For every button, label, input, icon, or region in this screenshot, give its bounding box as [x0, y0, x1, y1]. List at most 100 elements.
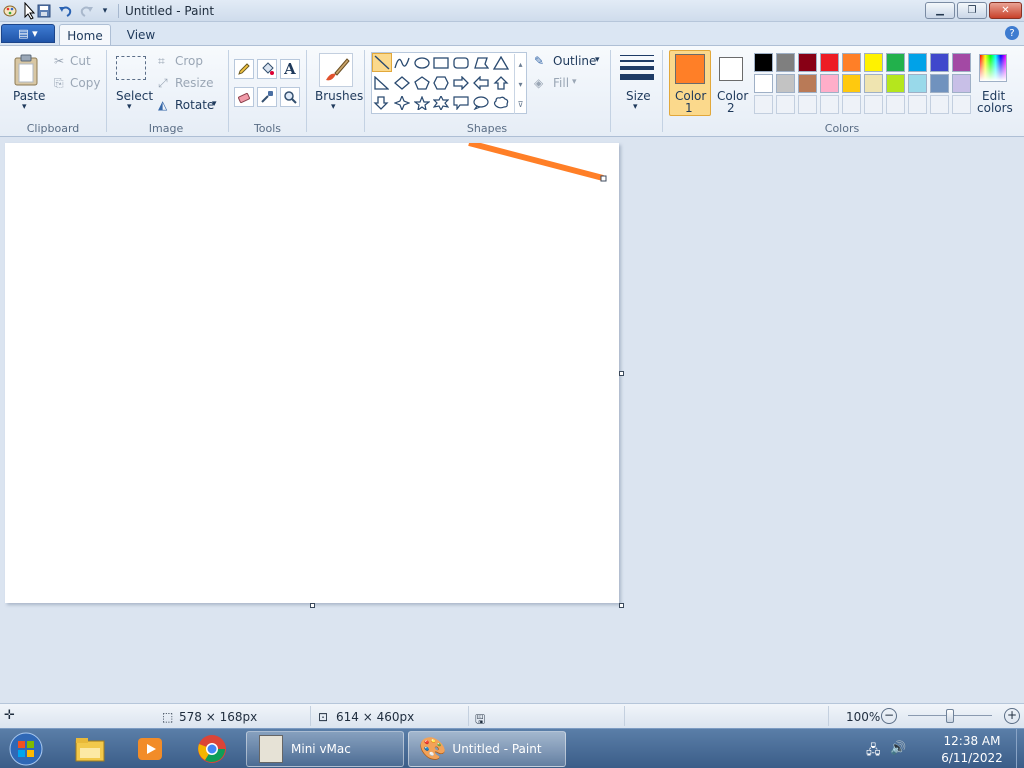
save-icon[interactable] [36, 2, 52, 20]
rotate-button[interactable]: Rotate [175, 98, 214, 112]
clock[interactable]: 12:38 AM 6/11/2022 [930, 733, 1014, 767]
canvas-resize-handle-right[interactable] [619, 371, 624, 376]
network-icon[interactable]: 🖧 [866, 741, 881, 763]
right-arrow-shape-icon[interactable] [452, 74, 470, 92]
minimize-button[interactable]: ▁ [925, 2, 955, 19]
text-tool-icon[interactable]: A [280, 59, 300, 79]
palette-swatch[interactable] [930, 53, 949, 72]
resize-button[interactable]: Resize [175, 76, 213, 90]
outline-dropdown-icon[interactable]: ▾ [595, 55, 600, 65]
media-player-icon[interactable] [130, 731, 170, 767]
palette-swatch[interactable] [908, 74, 927, 93]
palette-swatch[interactable] [754, 74, 773, 93]
paint-menu-button[interactable]: ▤ ▾ [1, 24, 55, 43]
taskbar-minivmac[interactable]: Mini vMac [246, 731, 404, 767]
palette-swatch[interactable] [798, 53, 817, 72]
palette-swatch[interactable] [776, 53, 795, 72]
size-button[interactable]: Size [626, 89, 651, 103]
zoom-in-button[interactable]: + [1004, 708, 1020, 724]
rounded-rectangle-shape-icon[interactable] [452, 54, 470, 72]
palette-swatch[interactable] [952, 74, 971, 93]
palette-swatch[interactable] [820, 53, 839, 72]
custom-color-slot[interactable] [930, 95, 949, 114]
palette-swatch[interactable] [842, 53, 861, 72]
copy-button[interactable]: Copy [70, 76, 100, 90]
canvas-resize-handle-corner[interactable] [619, 603, 624, 608]
custom-color-slot[interactable] [864, 95, 883, 114]
custom-color-slot[interactable] [820, 95, 839, 114]
oval-callout-shape-icon[interactable] [472, 94, 490, 112]
brushes-button[interactable]: Brushes [315, 89, 363, 103]
rotate-dropdown-icon[interactable]: ▾ [212, 99, 217, 109]
diamond-shape-icon[interactable] [393, 74, 411, 92]
fill-dropdown-icon[interactable]: ▾ [572, 77, 577, 87]
line-endpoint-handle[interactable] [600, 175, 607, 182]
custom-color-slot[interactable] [754, 95, 773, 114]
palette-swatch[interactable] [776, 74, 795, 93]
show-desktop-button[interactable] [1016, 729, 1024, 768]
palette-swatch[interactable] [754, 53, 773, 72]
edit-colors-icon[interactable] [979, 54, 1007, 82]
polygon-shape-icon[interactable] [472, 54, 490, 72]
rectangular-callout-shape-icon[interactable] [452, 94, 470, 112]
oval-shape-icon[interactable] [413, 54, 431, 72]
curve-shape-icon[interactable] [393, 54, 411, 72]
up-arrow-shape-icon[interactable] [492, 74, 510, 92]
palette-swatch[interactable] [952, 53, 971, 72]
select-button[interactable]: Select [116, 89, 153, 103]
crop-button[interactable]: Crop [175, 54, 203, 68]
restore-button[interactable]: ❐ [957, 2, 987, 19]
canvas-resize-handle-bottom[interactable] [310, 603, 315, 608]
help-icon[interactable]: ? [1005, 26, 1019, 40]
custom-color-slot[interactable] [842, 95, 861, 114]
color-picker-icon[interactable] [257, 87, 277, 107]
select-dropdown-icon[interactable]: ▾ [127, 102, 132, 112]
line-shape-icon[interactable] [372, 53, 392, 72]
volume-icon[interactable]: 🔊 [890, 741, 906, 756]
palette-swatch[interactable] [886, 53, 905, 72]
fill-bucket-icon[interactable] [257, 59, 277, 79]
taskbar-paint[interactable]: 🎨 Untitled - Paint [408, 731, 566, 767]
zoom-out-button[interactable]: − [881, 708, 897, 724]
size-dropdown-icon[interactable]: ▾ [633, 102, 638, 112]
brushes-dropdown-icon[interactable]: ▾ [331, 102, 336, 112]
close-button[interactable]: ✕ [989, 2, 1022, 19]
custom-color-slot[interactable] [952, 95, 971, 114]
rectangle-shape-icon[interactable] [432, 54, 450, 72]
left-arrow-shape-icon[interactable] [472, 74, 490, 92]
clipboard-paste-icon[interactable] [12, 54, 40, 86]
custom-color-slot[interactable] [776, 95, 795, 114]
custom-color-slot[interactable] [886, 95, 905, 114]
hexagon-shape-icon[interactable] [432, 74, 450, 92]
paste-dropdown-icon[interactable]: ▾ [22, 102, 27, 112]
drawing-canvas[interactable] [5, 140, 619, 603]
orange-line-shape[interactable] [468, 140, 604, 181]
undo-icon[interactable] [57, 2, 73, 20]
triangle-shape-icon[interactable] [492, 54, 510, 72]
size-icon[interactable] [620, 54, 654, 82]
six-point-star-shape-icon[interactable] [432, 94, 450, 112]
palette-swatch[interactable] [908, 53, 927, 72]
custom-color-slot[interactable] [798, 95, 817, 114]
zoom-slider-thumb[interactable] [946, 709, 954, 723]
palette-swatch[interactable] [864, 74, 883, 93]
fill-button[interactable]: Fill [553, 76, 569, 90]
magnifier-icon[interactable] [280, 87, 300, 107]
eraser-icon[interactable] [234, 87, 254, 107]
palette-swatch[interactable] [820, 74, 839, 93]
palette-swatch[interactable] [930, 74, 949, 93]
select-icon[interactable] [116, 56, 146, 80]
palette-swatch[interactable] [798, 74, 817, 93]
palette-swatch[interactable] [886, 74, 905, 93]
redo-icon[interactable] [79, 2, 95, 20]
palette-swatch[interactable] [842, 74, 861, 93]
tab-view[interactable]: View [118, 24, 164, 46]
file-explorer-icon[interactable] [70, 731, 110, 767]
five-point-star-shape-icon[interactable] [413, 94, 431, 112]
outline-button[interactable]: Outline [553, 54, 596, 68]
custom-color-slot[interactable] [908, 95, 927, 114]
chrome-icon[interactable] [192, 731, 232, 767]
palette-swatch[interactable] [864, 53, 883, 72]
down-arrow-shape-icon[interactable] [372, 94, 390, 112]
cloud-callout-shape-icon[interactable] [492, 94, 510, 112]
